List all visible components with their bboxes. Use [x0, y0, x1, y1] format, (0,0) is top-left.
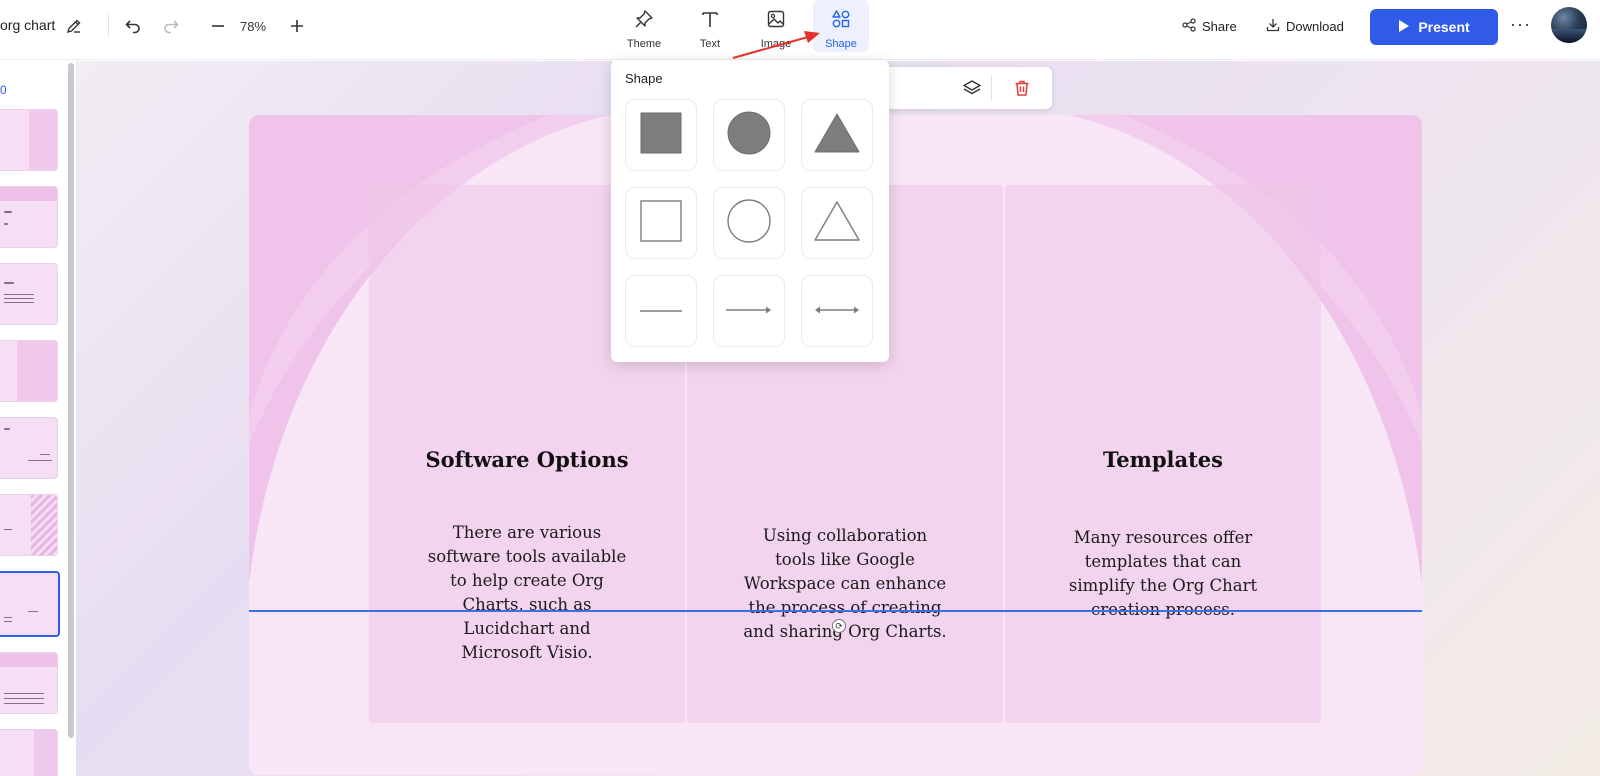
- tool-theme[interactable]: Theme: [616, 0, 672, 52]
- tool-text[interactable]: Text: [682, 0, 738, 52]
- slide-thumbnail[interactable]: [0, 729, 58, 776]
- text-t-icon: [700, 9, 720, 34]
- edit-pencil-icon[interactable]: [64, 16, 84, 36]
- shape-option-filled-triangle[interactable]: [801, 99, 873, 171]
- slide-thumbnail[interactable]: [0, 263, 58, 325]
- body-line: Lucidchart and: [463, 619, 591, 638]
- body-line: There are various: [452, 523, 602, 542]
- slide-thumbnail[interactable]: [0, 652, 58, 714]
- slide-thumbnail-selected[interactable]: [0, 571, 60, 637]
- tool-shape-label: Shape: [825, 38, 857, 50]
- column-body-software-options[interactable]: There are various software tools availab…: [369, 521, 685, 665]
- avatar[interactable]: [1551, 7, 1587, 43]
- body-line: software tools available: [427, 547, 627, 566]
- shape-option-filled-circle[interactable]: [713, 99, 785, 171]
- pin-icon: [634, 9, 654, 34]
- share-label: Share: [1202, 18, 1237, 34]
- image-icon: [766, 9, 786, 34]
- filled-square-icon: [639, 111, 683, 160]
- present-button[interactable]: Present: [1370, 9, 1498, 45]
- column-body-templates[interactable]: Many resources offer templates that can …: [1005, 526, 1321, 622]
- toolbar-divider: [991, 75, 992, 101]
- shape-option-line[interactable]: [625, 275, 697, 347]
- tool-image-label: Image: [760, 38, 792, 50]
- slide-thumbnail[interactable]: [0, 417, 58, 479]
- double-arrow-line-icon: [813, 302, 861, 320]
- body-line: Many resources offer: [1073, 528, 1253, 547]
- slide-thumbnail-panel: 0: [0, 61, 76, 776]
- shape-option-double-arrow-line[interactable]: [801, 275, 873, 347]
- filled-circle-icon: [726, 110, 772, 161]
- slide-thumbnail[interactable]: [0, 494, 58, 556]
- slide-thumbnail[interactable]: [0, 109, 58, 171]
- tool-shape[interactable]: Shape: [813, 0, 869, 52]
- body-line: Microsoft Visio.: [461, 643, 593, 662]
- body-line: tools like Google: [775, 550, 915, 569]
- tool-image[interactable]: Image: [748, 0, 804, 52]
- download-label: Download: [1286, 18, 1344, 34]
- column-title-templates[interactable]: Templates: [1005, 447, 1321, 472]
- more-options-icon[interactable]: ···: [1510, 14, 1531, 35]
- column-title-software-options[interactable]: Software Options: [369, 447, 685, 472]
- outline-circle-icon: [726, 198, 772, 249]
- shape-popup-title: Shape: [625, 71, 663, 86]
- slide-number: 0: [0, 83, 7, 97]
- download-button[interactable]: Download: [1266, 14, 1344, 38]
- document-title[interactable]: org chart: [0, 17, 55, 33]
- tool-text-label: Text: [699, 38, 721, 50]
- shape-picker-popup: Shape: [611, 60, 889, 362]
- line-icon: [639, 302, 683, 320]
- body-line: to help create Org: [450, 571, 604, 590]
- share-icon: [1182, 17, 1196, 35]
- filled-triangle-icon: [813, 112, 861, 159]
- body-line: simplify the Org Chart: [1068, 576, 1258, 595]
- shape-option-outline-circle[interactable]: [713, 187, 785, 259]
- slide-thumbnail[interactable]: [0, 186, 58, 248]
- arrow-line-icon: [725, 302, 773, 320]
- shape-option-outline-triangle[interactable]: [801, 187, 873, 259]
- body-line: the process of creating: [748, 598, 942, 617]
- shapes-icon: [831, 9, 851, 34]
- zoom-out-icon[interactable]: [208, 16, 228, 36]
- body-line: Charts, such as: [462, 595, 592, 614]
- tool-theme-label: Theme: [626, 38, 662, 50]
- present-label: Present: [1418, 19, 1470, 35]
- body-line: Using collaboration: [762, 526, 928, 545]
- body-line: Workspace can enhance: [743, 574, 947, 593]
- toolbar-divider: [108, 14, 109, 38]
- outline-square-icon: [639, 199, 683, 248]
- thumbnail-scrollbar[interactable]: [68, 63, 74, 738]
- top-toolbar: org chart 78% Theme Text Image Shape Sha…: [0, 0, 1600, 60]
- shape-option-arrow-line[interactable]: [713, 275, 785, 347]
- shape-option-outline-square[interactable]: [625, 187, 697, 259]
- body-line: templates that can: [1084, 552, 1242, 571]
- redo-icon[interactable]: [161, 16, 181, 36]
- download-icon: [1266, 18, 1280, 35]
- zoom-in-icon[interactable]: [287, 16, 307, 36]
- shape-option-filled-square[interactable]: [625, 99, 697, 171]
- zoom-level[interactable]: 78%: [240, 19, 266, 34]
- rotate-handle-icon[interactable]: ⟳: [832, 619, 846, 633]
- play-icon: [1398, 19, 1410, 36]
- layers-icon[interactable]: [960, 76, 984, 100]
- delete-trash-icon[interactable]: [1010, 76, 1034, 100]
- slide-thumbnail[interactable]: [0, 340, 58, 402]
- share-button[interactable]: Share: [1182, 14, 1237, 38]
- alignment-guide-line: [249, 610, 1422, 612]
- undo-icon[interactable]: [123, 16, 143, 36]
- outline-triangle-icon: [813, 200, 861, 247]
